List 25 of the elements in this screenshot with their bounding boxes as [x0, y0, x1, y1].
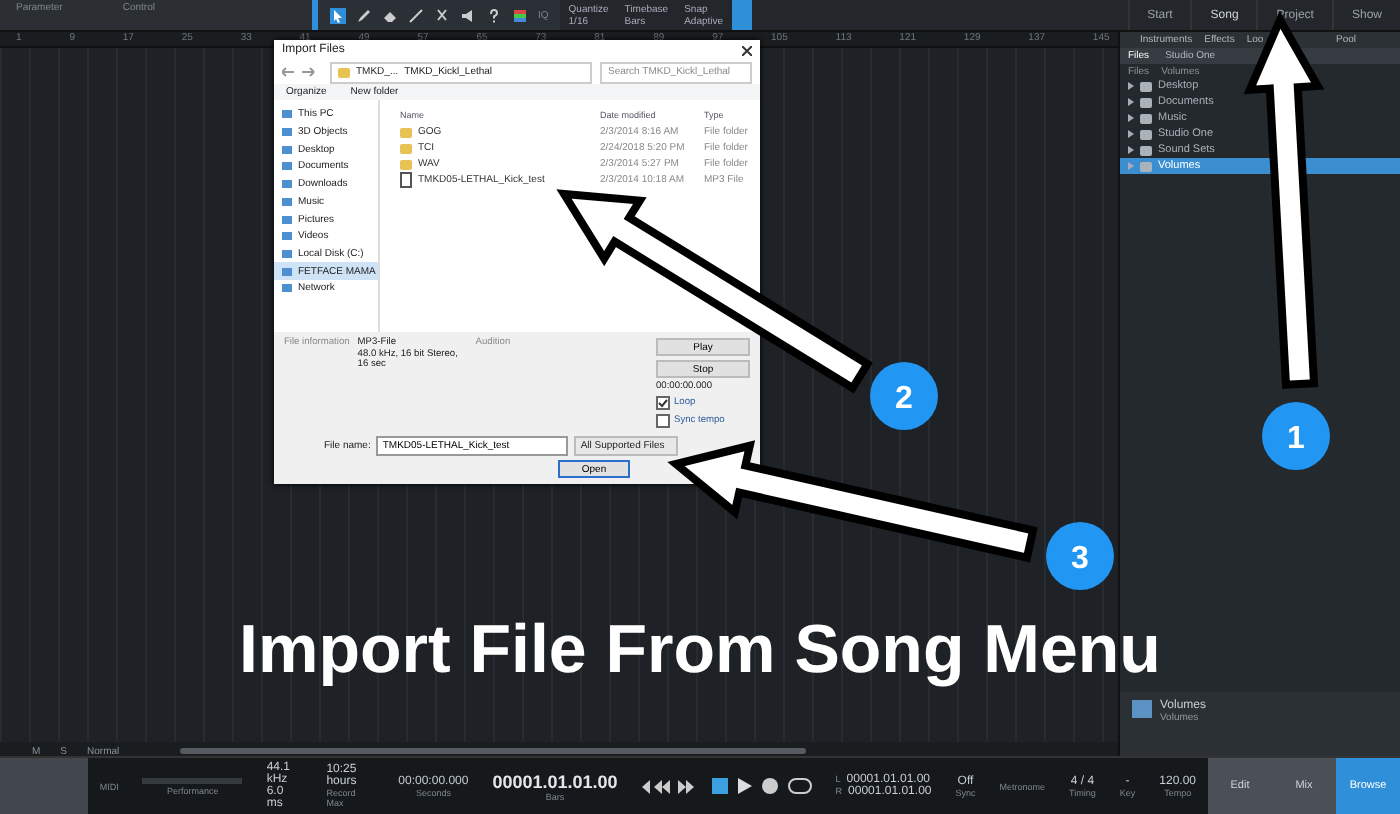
- bars-time: 00001.01.01.00: [492, 771, 618, 791]
- step-number-badge: 1: [1262, 402, 1330, 470]
- checkbox[interactable]: [656, 414, 670, 429]
- close-icon[interactable]: [742, 45, 752, 56]
- record-icon[interactable]: [761, 778, 778, 794]
- caption: Import File From Song Menu: [239, 612, 1161, 690]
- file-icon: [400, 172, 412, 189]
- pencil-icon[interactable]: [356, 7, 372, 23]
- help-icon[interactable]: [486, 7, 502, 23]
- scissors-icon[interactable]: [434, 7, 450, 23]
- checkbox[interactable]: [656, 396, 670, 411]
- stop-icon[interactable]: [711, 778, 728, 794]
- snap-toggle-button[interactable]: [731, 0, 752, 30]
- step-number-badge: 3: [1046, 522, 1114, 590]
- loop-icon[interactable]: [787, 778, 812, 794]
- eraser-icon[interactable]: [382, 7, 398, 23]
- line-tool-icon[interactable]: [408, 7, 424, 23]
- performance-meter: [142, 778, 243, 784]
- status-panel: [0, 758, 88, 814]
- color-palette-icon[interactable]: [512, 7, 528, 23]
- step-number-badge: 2: [870, 362, 938, 430]
- speaker-icon[interactable]: [460, 7, 476, 23]
- scrollbar[interactable]: [179, 748, 806, 754]
- play-icon[interactable]: [737, 778, 752, 794]
- arrow-tool-icon[interactable]: [330, 7, 346, 23]
